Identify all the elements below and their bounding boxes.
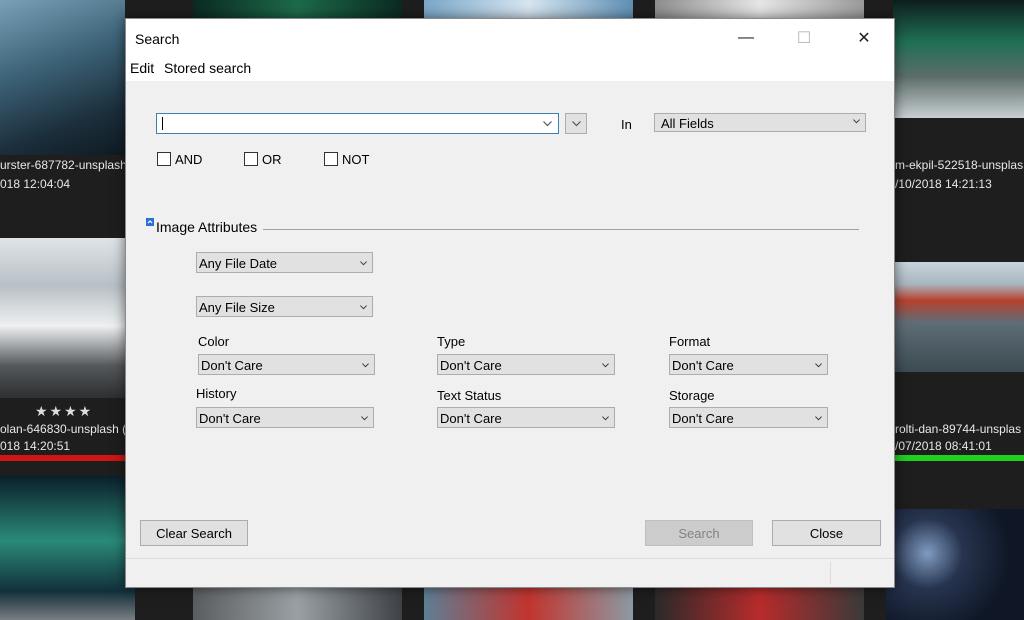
format-label: Format [669,334,711,349]
chevron-down-icon [360,305,367,310]
chevron-down-icon [572,121,581,127]
gallery-caption: /07/2018 08:41:01 [895,439,992,453]
text-caret [162,117,163,130]
title-bar[interactable]: Search — ☐ ✕ [126,19,894,59]
in-label: In [621,117,632,132]
menu-bar: Edit Stored search [126,59,894,81]
clear-search-button[interactable]: Clear Search [140,520,248,546]
or-checkbox[interactable] [244,152,258,166]
maximize-button[interactable]: ☐ [781,19,827,57]
or-label[interactable]: OR [262,152,282,167]
thumb-blueberries[interactable] [886,509,1024,620]
field-scope-select[interactable]: All Fields [654,113,866,132]
text-status-select[interactable]: Don't Care [437,407,615,428]
file-size-select[interactable]: Any File Size [196,296,373,317]
storage-value: Don't Care [672,411,734,426]
thumb-aurora-dogs[interactable] [893,0,1024,118]
format-select[interactable]: Don't Care [669,354,828,375]
history-value: Don't Care [199,411,261,426]
collapse-icon[interactable] [146,218,154,226]
file-size-value: Any File Size [199,300,275,315]
thumb-snow-top[interactable] [655,0,864,18]
gallery-caption: 018 12:04:04 [0,177,71,191]
section-divider [263,229,859,230]
status-bar [126,558,894,588]
text-status-value: Don't Care [440,411,502,426]
gallery-caption: rolti-dan-89744-unsplas [895,422,1022,436]
color-label-red [0,455,125,461]
color-label-green [893,455,1024,461]
close-window-button[interactable]: ✕ [841,19,887,57]
history-select[interactable]: Don't Care [196,407,374,428]
gallery-caption: urster-687782-unsplash [0,158,127,172]
status-bar-divider [830,562,831,584]
search-input[interactable] [156,113,559,134]
minimize-button[interactable]: — [723,19,769,57]
type-value: Don't Care [440,358,502,373]
thumb-coffee-bottom[interactable] [655,586,864,620]
storage-select[interactable]: Don't Care [669,407,828,428]
file-date-select[interactable]: Any File Date [196,252,373,273]
menu-stored-search[interactable]: Stored search [164,60,251,76]
color-value: Don't Care [201,358,263,373]
chevron-down-icon [853,119,860,124]
storage-label: Storage [669,388,715,403]
chevron-down-icon [815,363,822,368]
thumb-sky-top[interactable] [424,0,633,18]
rating-stars[interactable]: ★★★★ [35,403,93,420]
format-value: Don't Care [672,358,734,373]
section-title: Image Attributes [156,219,258,235]
chevron-down-icon[interactable] [543,121,552,127]
type-label: Type [437,334,466,349]
menu-edit[interactable]: Edit [130,60,154,76]
thumb-rocks-bottom[interactable] [193,586,402,620]
thumb-aurora-top[interactable] [193,0,402,18]
close-button[interactable]: Close [772,520,881,546]
gallery-caption: /10/2018 14:21:13 [895,177,992,191]
search-history-dropdown[interactable] [565,113,587,134]
color-label: Color [198,334,230,349]
chevron-down-icon [815,416,822,421]
thumb-snow-road[interactable] [0,238,125,398]
dialog-title: Search [135,31,180,47]
chevron-down-icon [361,416,368,421]
chevron-down-icon [360,261,367,266]
thumb-harbor-houses[interactable] [893,262,1024,372]
history-label: History [196,386,237,401]
search-button[interactable]: Search [645,520,753,546]
and-checkbox[interactable] [157,152,171,166]
chevron-down-icon [362,363,369,368]
search-dialog: Search — ☐ ✕ Edit Stored search In All F… [125,18,895,588]
thumb-fjord-cliff[interactable] [0,0,125,155]
color-select[interactable]: Don't Care [198,354,375,375]
gallery-caption: olan-646830-unsplash ( [0,422,127,436]
chevron-down-icon [602,363,609,368]
not-checkbox[interactable] [324,152,338,166]
type-select[interactable]: Don't Care [437,354,615,375]
chevron-down-icon [602,416,609,421]
and-label[interactable]: AND [175,152,202,167]
not-label[interactable]: NOT [342,152,369,167]
file-date-value: Any File Date [199,256,278,271]
gallery-caption: 018 14:20:51 [0,439,71,453]
thumb-aurora-bottom[interactable] [0,476,135,620]
field-scope-value: All Fields [661,116,714,131]
thumb-red-house-bottom[interactable] [424,586,633,620]
gallery-caption: m-ekpil-522518-unsplas [895,158,1024,172]
text-status-label: Text Status [437,388,502,403]
